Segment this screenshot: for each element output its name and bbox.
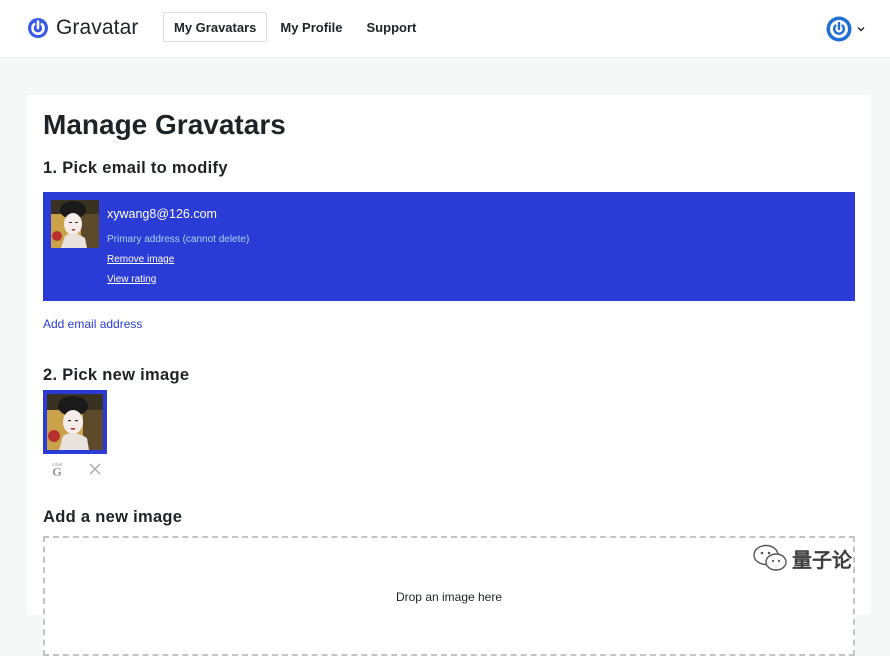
close-icon[interactable] (87, 461, 103, 477)
top-navigation-bar: Gravatar My Gravatars My Profile Support (0, 0, 890, 58)
section-pick-email-title: 1. Pick email to modify (43, 159, 228, 177)
wechat-icon (753, 544, 787, 571)
primary-address-note: Primary address (cannot delete) (107, 234, 250, 245)
image-dropzone[interactable]: Drop an image here (43, 536, 855, 656)
brand-name: Gravatar (56, 16, 139, 39)
email-entry-selected[interactable]: xywang8@126.com Primary address (cannot … (43, 192, 855, 301)
watermark: 量子论 (752, 543, 852, 573)
view-rating-link[interactable]: View rating (107, 274, 156, 285)
nav-support[interactable]: Support (356, 12, 428, 42)
add-email-address-link[interactable]: Add email address (43, 317, 142, 331)
remove-image-link[interactable]: Remove image (107, 254, 174, 265)
gravatar-power-icon (28, 18, 48, 38)
account-menu[interactable] (826, 16, 866, 42)
manage-gravatars-card: Manage Gravatars 1. Pick email to modify… (27, 95, 871, 656)
chevron-down-icon (857, 27, 865, 32)
dropzone-label: Drop an image here (395, 590, 503, 604)
section-add-image-title: Add a new image (43, 508, 183, 526)
rating-g-icon[interactable]: rated G (49, 461, 65, 477)
page-title: Manage Gravatars (43, 109, 286, 140)
main-nav: My Gravatars My Profile Support (163, 12, 429, 42)
selected-image-tile[interactable] (43, 390, 107, 454)
nav-my-gravatars[interactable]: My Gravatars (163, 12, 268, 42)
section-pick-image-title: 2. Pick new image (43, 366, 190, 384)
email-address: xywang8@126.com (107, 207, 217, 221)
watermark-text: 量子论 (792, 547, 852, 572)
svg-text:G: G (52, 466, 61, 477)
email-avatar-thumbnail (51, 200, 99, 248)
gravatar-avatar-icon (826, 16, 852, 42)
gravatar-image-thumbnail (47, 394, 103, 450)
nav-my-profile[interactable]: My Profile (269, 12, 353, 42)
gravatar-logo[interactable]: Gravatar (27, 15, 139, 41)
